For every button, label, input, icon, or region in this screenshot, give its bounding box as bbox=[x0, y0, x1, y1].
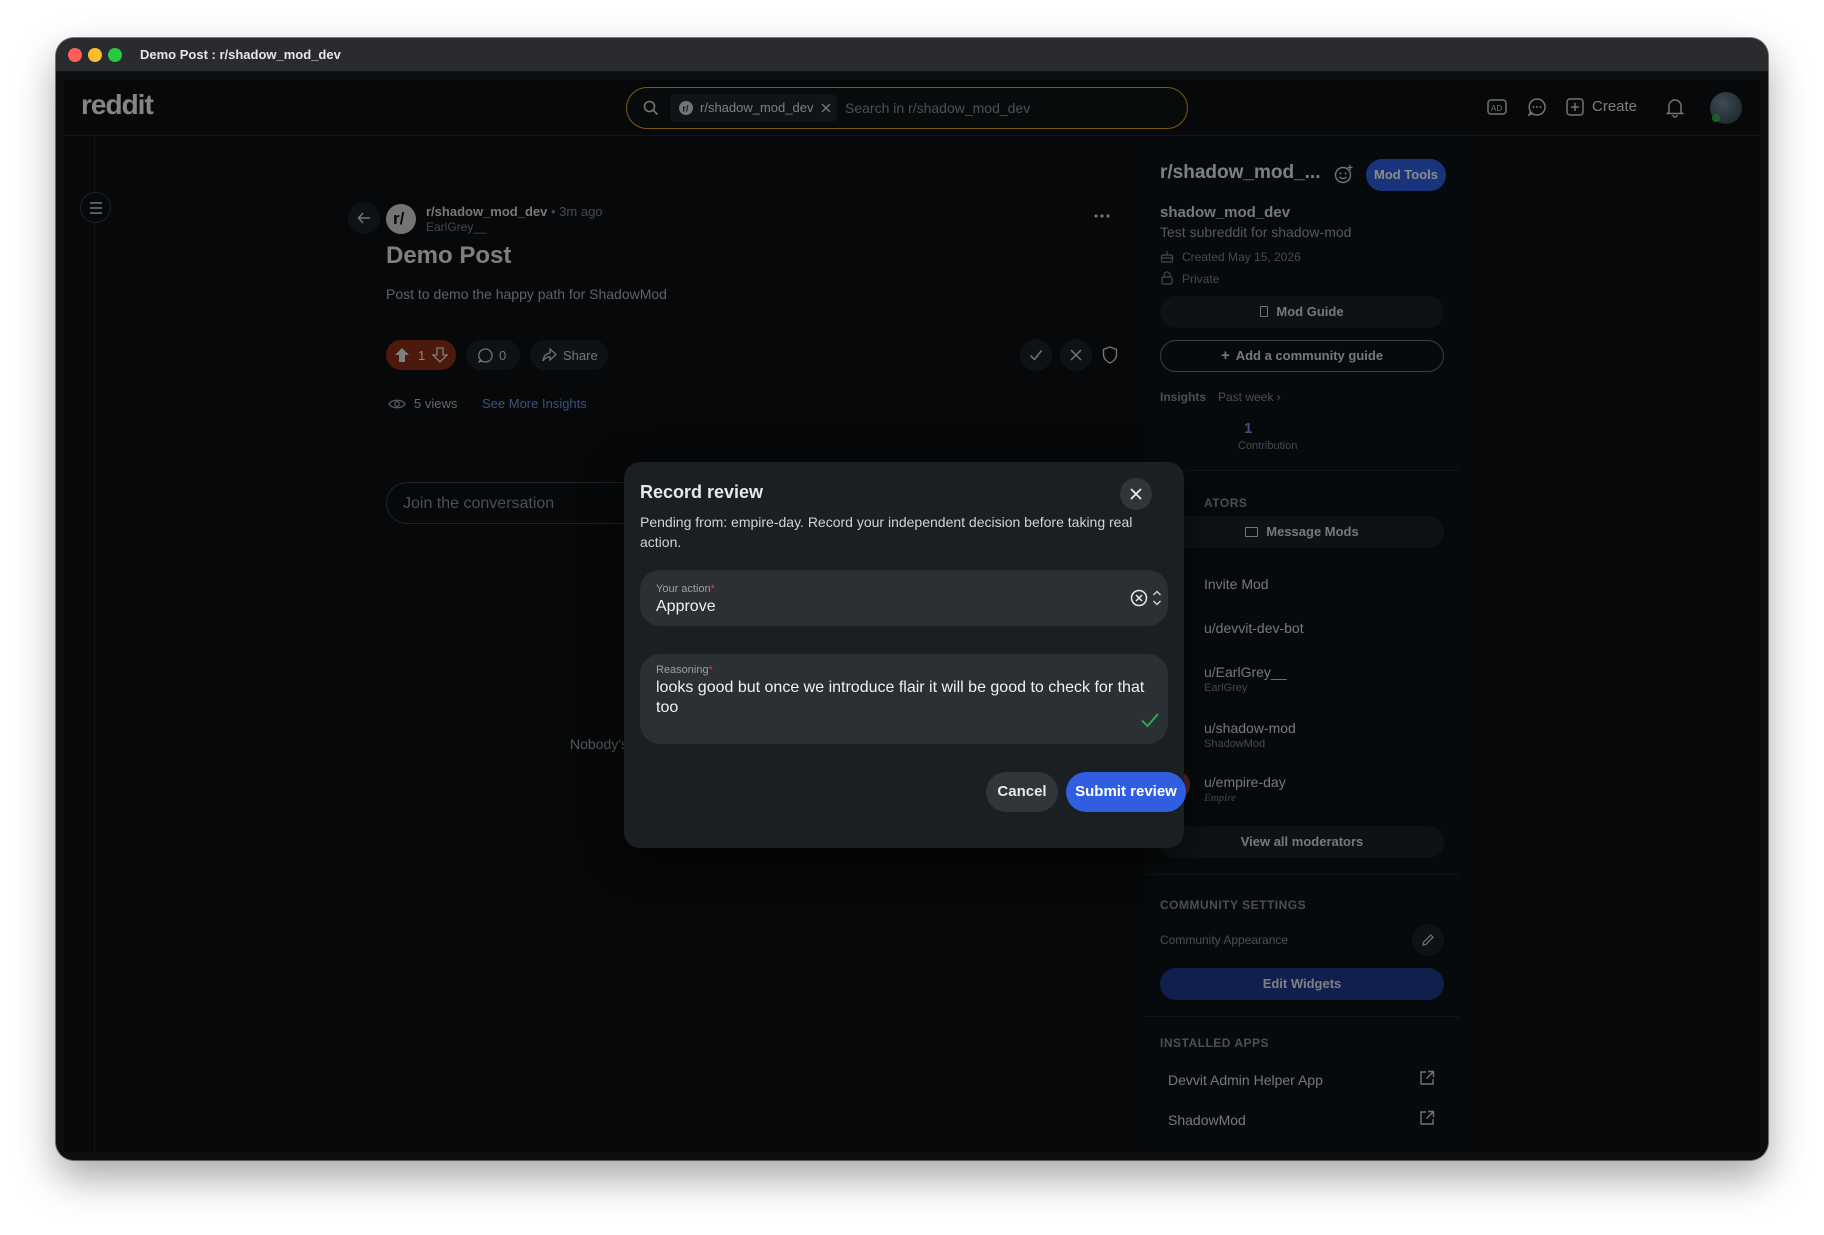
action-label: Your action* bbox=[656, 583, 715, 595]
clear-selection-icon[interactable] bbox=[1130, 589, 1148, 607]
submit-review-button[interactable]: Submit review bbox=[1066, 772, 1186, 812]
dialog-close-button[interactable] bbox=[1120, 478, 1152, 510]
reasoning-value: looks good but once we introduce flair i… bbox=[656, 679, 1145, 716]
dialog-title: Record review bbox=[640, 482, 764, 502]
window-title: Demo Post : r/shadow_mod_dev bbox=[140, 47, 341, 62]
maximize-window-button[interactable] bbox=[108, 48, 122, 62]
reddit-app: reddit r/ r/shadow_mod_dev Search in r/s… bbox=[64, 80, 1760, 1152]
cancel-button[interactable]: Cancel bbox=[986, 772, 1058, 812]
reasoning-textarea[interactable]: Reasoning* looks good but once we introd… bbox=[640, 654, 1168, 744]
record-review-dialog: Record review Pending from: empire-day. … bbox=[624, 462, 1186, 848]
close-window-button[interactable] bbox=[68, 48, 82, 62]
dialog-description: Pending from: empire-day. Record your in… bbox=[640, 514, 1133, 550]
close-icon bbox=[1130, 488, 1142, 500]
minimize-window-button[interactable] bbox=[88, 48, 102, 62]
chevron-up-down-icon[interactable] bbox=[1152, 589, 1162, 607]
browser-window: Demo Post : r/shadow_mod_dev reddit r/ r… bbox=[56, 38, 1768, 1160]
reasoning-label: Reasoning* bbox=[656, 664, 713, 676]
action-value: Approve bbox=[656, 598, 716, 615]
action-select[interactable]: Your action* Approve bbox=[640, 570, 1168, 626]
valid-checkmark-icon bbox=[1141, 713, 1159, 728]
window-titlebar: Demo Post : r/shadow_mod_dev bbox=[56, 38, 1768, 72]
